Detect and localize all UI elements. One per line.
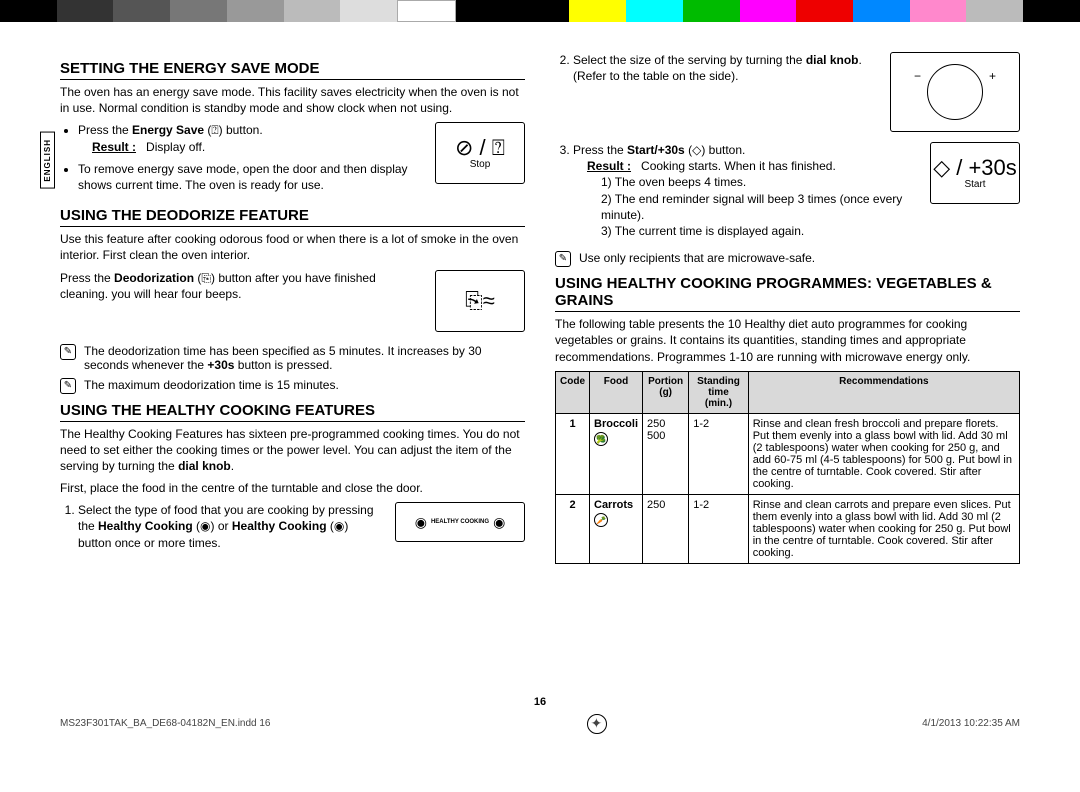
energy-save-intro: The oven has an energy save mode. This f…: [60, 84, 525, 116]
heading-deodorize: USING THE DEODORIZE FEATURE: [60, 207, 525, 227]
dial-knob-illustration: [890, 52, 1020, 132]
note-icon: [555, 251, 571, 267]
programmes-intro: The following table presents the 10 Heal…: [555, 316, 1020, 365]
language-tab: ENGLISH: [40, 132, 55, 189]
table-row: 2Carrots🥕2501-2Rinse and clean carrots a…: [556, 494, 1020, 563]
start-inline-icon: ◇: [692, 143, 701, 157]
table-row: 1Broccoli🥦2505001-2Rinse and clean fresh…: [556, 413, 1020, 494]
start-label: Start: [964, 179, 985, 190]
note-icon: [60, 378, 76, 394]
cell-portion: 250: [643, 494, 689, 563]
deodorize-intro: Use this feature after cooking odorous f…: [60, 231, 525, 263]
cell-code: 1: [556, 413, 590, 494]
deodorize-note-1: The deodorization time has been specifie…: [60, 344, 525, 372]
heading-programmes: USING HEALTHY COOKING PROGRAMMES: VEGETA…: [555, 275, 1020, 312]
page-number: 16: [0, 696, 1080, 708]
deodorize-icon: ⎘≈: [465, 290, 495, 312]
start-icon: ◇ / +30s: [933, 157, 1017, 179]
print-footer: MS23F301TAK_BA_DE68-04182N_EN.indd 16 4/…: [0, 708, 1080, 746]
registration-mark-bottom: [587, 714, 605, 732]
cell-rec: Rinse and clean fresh broccoli and prepa…: [748, 413, 1019, 494]
cell-portion: 250500: [643, 413, 689, 494]
deodorize-note-2: The maximum deodorization time is 15 min…: [60, 378, 525, 394]
deodorize-button-illustration: ⎘≈: [435, 270, 525, 332]
registration-mark-top: [531, 0, 549, 14]
deodorize-inline-icon: ⎘: [201, 271, 211, 285]
th-stand: Standing time (min.): [689, 371, 748, 413]
cell-stand: 1-2: [689, 413, 748, 494]
cell-stand: 1-2: [689, 494, 748, 563]
th-rec: Recommendations: [748, 371, 1019, 413]
page-content: ENGLISH SETTING THE ENERGY SAVE MODE The…: [0, 22, 1080, 682]
cell-rec: Rinse and clean carrots and prepare even…: [748, 494, 1019, 563]
energy-save-icon: ⍰: [211, 123, 218, 137]
heading-energy-save: SETTING THE ENERGY SAVE MODE: [60, 60, 525, 80]
food-icon: 🥕: [594, 513, 608, 527]
note-icon: [60, 344, 76, 360]
microwave-safe-note: Use only recipients that are microwave-s…: [555, 251, 1020, 267]
th-code: Code: [556, 371, 590, 413]
dial-icon: [927, 64, 983, 120]
cell-food: Broccoli🥦: [590, 413, 643, 494]
cell-code: 2: [556, 494, 590, 563]
food-icon: 🥦: [594, 432, 608, 446]
cell-food: Carrots🥕: [590, 494, 643, 563]
start-button-illustration: ◇ / +30s Start: [930, 142, 1020, 204]
stop-button-illustration: ⊘ / ⍰ Stop: [435, 122, 525, 184]
stop-icon: ⊘ / ⍰: [455, 137, 505, 159]
th-food: Food: [590, 371, 643, 413]
hc-icon-2: ◉: [334, 519, 344, 533]
programmes-table: Code Food Portion (g) Standing time (min…: [555, 371, 1020, 564]
hc-icon-1: ◉: [200, 519, 210, 533]
healthy-cooking-first: First, place the food in the centre of t…: [60, 480, 525, 496]
th-portion: Portion (g): [643, 371, 689, 413]
healthy-cooking-button-illustration: ◉ HEALTHY COOKING ◉: [395, 502, 525, 542]
healthy-cooking-icon: ◉: [415, 514, 427, 531]
heading-healthy-cooking: USING THE HEALTHY COOKING FEATURES: [60, 402, 525, 422]
stop-label: Stop: [470, 159, 491, 170]
footer-timestamp: 4/1/2013 10:22:35 AM: [922, 718, 1020, 729]
healthy-cooking-intro: The Healthy Cooking Features has sixteen…: [60, 426, 525, 475]
healthy-cooking-icon: ◉: [493, 514, 505, 531]
footer-filename: MS23F301TAK_BA_DE68-04182N_EN.indd 16: [60, 718, 271, 729]
